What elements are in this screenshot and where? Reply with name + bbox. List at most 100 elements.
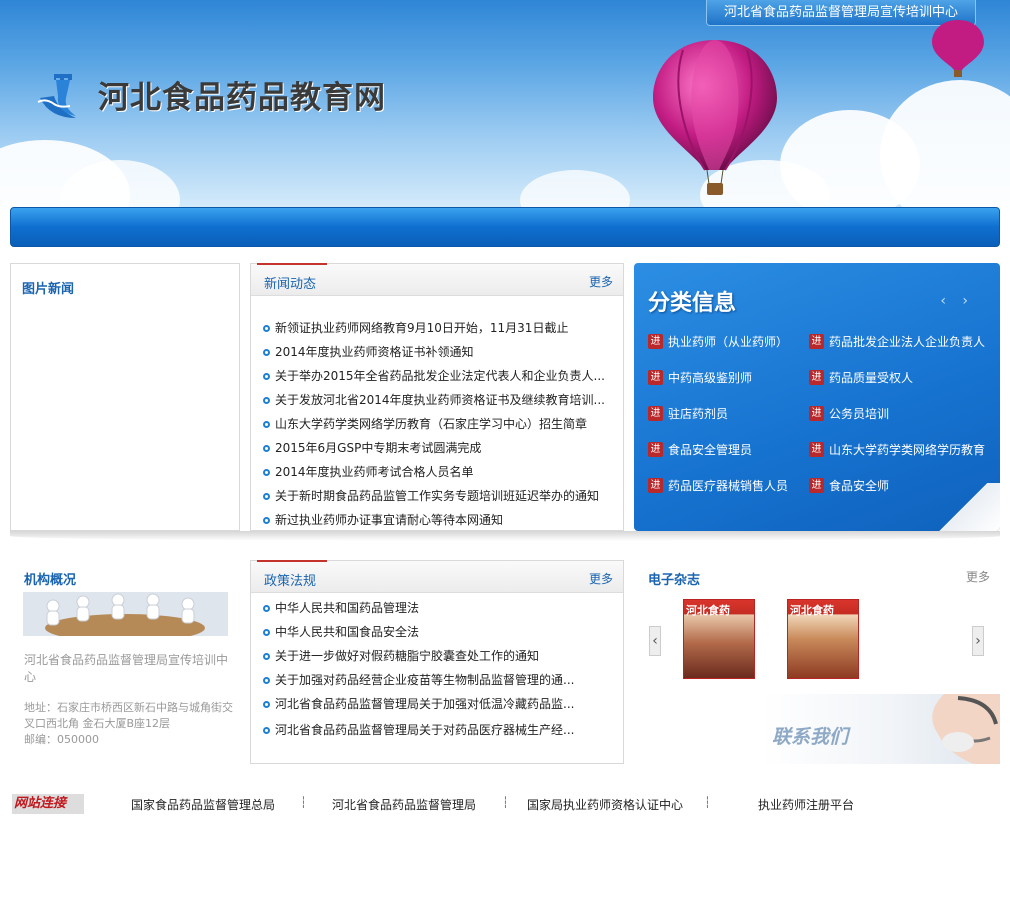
magazine-cover-title: 河北食药 bbox=[686, 604, 730, 617]
news-item-link[interactable]: 关于举办2015年全省药品批发企业法定代表人和企业负责人... bbox=[275, 369, 605, 383]
category-item[interactable]: 进药品质量受权人 bbox=[809, 369, 913, 386]
category-label: 公务员培训 bbox=[829, 407, 890, 421]
headset-person-icon bbox=[932, 694, 1000, 764]
jin-badge-icon: 进 bbox=[809, 406, 824, 421]
jin-badge-icon: 进 bbox=[809, 334, 824, 349]
news-item[interactable]: 关于发放河北省2014年度执业药师资格证书及继续教育培训... bbox=[263, 388, 605, 412]
policy-item-link[interactable]: 关于加强对药品经营企业疫苗等生物制品监督管理的通... bbox=[275, 673, 574, 687]
site-links-label: 网站连接 bbox=[12, 794, 84, 814]
bullet-icon bbox=[263, 629, 270, 636]
category-item[interactable]: 进中药高级鉴别师 bbox=[648, 369, 752, 386]
jin-badge-icon: 进 bbox=[648, 442, 663, 457]
policy-item-link[interactable]: 中华人民共和国药品管理法 bbox=[275, 601, 419, 615]
prev-arrow-icon[interactable]: ‹ bbox=[649, 626, 661, 656]
policy-item[interactable]: 中华人民共和国食品安全法 bbox=[263, 620, 574, 644]
news-item-link[interactable]: 关于新时期食品药品监管工作实务专题培训班延迟举办的通知 bbox=[275, 489, 599, 503]
page-curl-decoration bbox=[926, 483, 1000, 531]
bullet-icon bbox=[263, 727, 270, 734]
site-header: 河北省食品药品监督管理局宣传培训中心 河北食品药品教育网 bbox=[0, 0, 1010, 210]
small-balloon-illustration bbox=[932, 20, 984, 77]
category-label: 食品安全师 bbox=[829, 479, 890, 493]
magazine-cover[interactable]: 河北食药 bbox=[787, 599, 859, 679]
category-item[interactable]: 进山东大学药学类网络学历教育 bbox=[809, 441, 985, 458]
news-item[interactable]: 2015年6月GSP中专期末考试圆满完成 bbox=[263, 436, 605, 460]
category-arrows-icon[interactable]: ‹ › bbox=[940, 293, 974, 309]
tab-accent bbox=[257, 263, 327, 265]
news-item-link[interactable]: 2014年度执业药师考试合格人员名单 bbox=[275, 465, 474, 479]
news-item-link[interactable]: 关于发放河北省2014年度执业药师资格证书及继续教育培训... bbox=[275, 393, 605, 407]
news-item-link[interactable]: 新领证执业药师网络教育9月10日开始，11月31日截止 bbox=[275, 321, 568, 335]
bullet-icon bbox=[263, 677, 270, 684]
e-magazine-more-link[interactable]: 更多 bbox=[966, 568, 990, 585]
policy-item[interactable]: 河北省食品药品监督管理局关于加强对低温冷藏药品监... bbox=[263, 692, 574, 716]
policy-item[interactable]: 关于加强对药品经营企业疫苗等生物制品监督管理的通... bbox=[263, 668, 574, 692]
policy-list: 中华人民共和国药品管理法 中华人民共和国食品安全法 关于进一步做好对假药糖脂宁胶… bbox=[263, 596, 574, 742]
link-hebei-fda[interactable]: 河北省食品药品监督管理局 bbox=[332, 796, 476, 813]
policy-more-link[interactable]: 更多 bbox=[589, 570, 613, 587]
policy-item-link[interactable]: 河北省食品药品监督管理局关于对药品医疗器械生产经... bbox=[275, 723, 574, 737]
news-item[interactable]: 关于举办2015年全省药品批发企业法定代表人和企业负责人... bbox=[263, 364, 605, 388]
org-overview-panel: 机构概况 河北省食品药品监督管理局宣传培训中心 地址：石家庄市桥西区新石中路与城… bbox=[10, 560, 240, 760]
news-item[interactable]: 关于新时期食品药品监管工作实务专题培训班延迟举办的通知 bbox=[263, 484, 605, 508]
news-item[interactable]: 2014年度执业药师资格证书补领通知 bbox=[263, 340, 605, 364]
news-item[interactable]: 山东大学药学类网络学历教育（石家庄学习中心）招生简章 bbox=[263, 412, 605, 436]
bullet-icon bbox=[263, 349, 270, 356]
jin-badge-icon: 进 bbox=[648, 406, 663, 421]
policy-item-link[interactable]: 中华人民共和国食品安全法 bbox=[275, 625, 419, 639]
jin-badge-icon: 进 bbox=[809, 478, 824, 493]
contact-us-banner[interactable]: 联系我们 bbox=[762, 694, 1000, 764]
e-magazine-title[interactable]: 电子杂志 bbox=[648, 569, 700, 588]
news-panel: 新闻动态 更多 新领证执业药师网络教育9月10日开始，11月31日截止 2014… bbox=[250, 263, 624, 531]
policy-item[interactable]: 中华人民共和国药品管理法 bbox=[263, 596, 574, 620]
news-item-link[interactable]: 2014年度执业药师资格证书补领通知 bbox=[275, 345, 474, 359]
category-item[interactable]: 进执业药师（从业药师） bbox=[648, 333, 788, 350]
category-label: 驻店药剂员 bbox=[668, 407, 729, 421]
policy-item[interactable]: 河北省食品药品监督管理局关于对药品医疗器械生产经... bbox=[263, 718, 574, 742]
category-title: 分类信息 bbox=[648, 291, 737, 316]
site-links-row: 网站连接 国家食品药品监督管理总局 ┆ 河北省食品药品监督管理局 ┆ 国家局执业… bbox=[12, 794, 1002, 816]
meeting-table-image bbox=[23, 592, 228, 636]
next-arrow-icon[interactable]: › bbox=[972, 626, 984, 656]
news-item-link[interactable]: 新过执业药师办证事宜请耐心等待本网通知 bbox=[275, 513, 503, 527]
bullet-icon bbox=[263, 701, 270, 708]
main-nav-bar[interactable] bbox=[10, 207, 1000, 247]
bullet-icon bbox=[263, 517, 270, 524]
link-pharmacist-cert-center[interactable]: 国家局执业药师资格认证中心 bbox=[527, 796, 683, 813]
category-label: 食品安全管理员 bbox=[668, 443, 753, 457]
link-sfda[interactable]: 国家食品药品监督管理总局 bbox=[131, 796, 275, 813]
bullet-icon bbox=[263, 445, 270, 452]
picture-news-title: 图片新闻 bbox=[22, 282, 75, 297]
link-pharmacist-registration[interactable]: 执业药师注册平台 bbox=[758, 796, 854, 813]
category-item[interactable]: 进公务员培训 bbox=[809, 405, 889, 422]
jin-badge-icon: 进 bbox=[809, 370, 824, 385]
news-item-link[interactable]: 2015年6月GSP中专期末考试圆满完成 bbox=[275, 441, 481, 455]
bullet-icon bbox=[263, 421, 270, 428]
news-more-link[interactable]: 更多 bbox=[589, 273, 613, 290]
category-item[interactable]: 进食品安全管理员 bbox=[648, 441, 752, 458]
news-item[interactable]: 2014年度执业药师考试合格人员名单 bbox=[263, 460, 605, 484]
news-title[interactable]: 新闻动态 bbox=[264, 273, 316, 292]
cloud-decoration bbox=[880, 80, 1010, 210]
link-separator: ┆ bbox=[300, 796, 307, 809]
org-overview-title[interactable]: 机构概况 bbox=[24, 569, 76, 588]
policy-title[interactable]: 政策法规 bbox=[264, 570, 316, 589]
category-label: 药品质量受权人 bbox=[829, 371, 914, 385]
row-shadow bbox=[10, 531, 1000, 541]
site-logo[interactable]: 河北食品药品教育网 bbox=[36, 68, 386, 120]
magazine-cover[interactable]: 河北食药 bbox=[683, 599, 755, 679]
category-item[interactable]: 进药品批发企业法人企业负责人 bbox=[809, 333, 985, 350]
policy-item[interactable]: 关于进一步做好对假药糖脂宁胶囊查处工作的通知 bbox=[263, 644, 574, 668]
news-item[interactable]: 新领证执业药师网络教育9月10日开始，11月31日截止 bbox=[263, 316, 605, 340]
policy-item-link[interactable]: 河北省食品药品监督管理局关于加强对低温冷藏药品监... bbox=[275, 697, 574, 711]
category-item[interactable]: 进食品安全师 bbox=[809, 477, 889, 494]
link-separator: ┆ bbox=[502, 796, 509, 809]
news-item[interactable]: 新过执业药师办证事宜请耐心等待本网通知 bbox=[263, 508, 605, 532]
category-item[interactable]: 进药品医疗器械销售人员 bbox=[648, 477, 788, 494]
bullet-icon bbox=[263, 469, 270, 476]
news-item-link[interactable]: 山东大学药学类网络学历教育（石家庄学习中心）招生简章 bbox=[275, 417, 587, 431]
category-item[interactable]: 进驻店药剂员 bbox=[648, 405, 728, 422]
bullet-icon bbox=[263, 397, 270, 404]
org-address-line: 地址：石家庄市桥西区新石中路与城角街交叉口西北角 金石大厦B座12层 bbox=[24, 701, 233, 730]
policy-item-link[interactable]: 关于进一步做好对假药糖脂宁胶囊查处工作的通知 bbox=[275, 649, 539, 663]
category-label: 山东大学药学类网络学历教育 bbox=[829, 443, 986, 457]
